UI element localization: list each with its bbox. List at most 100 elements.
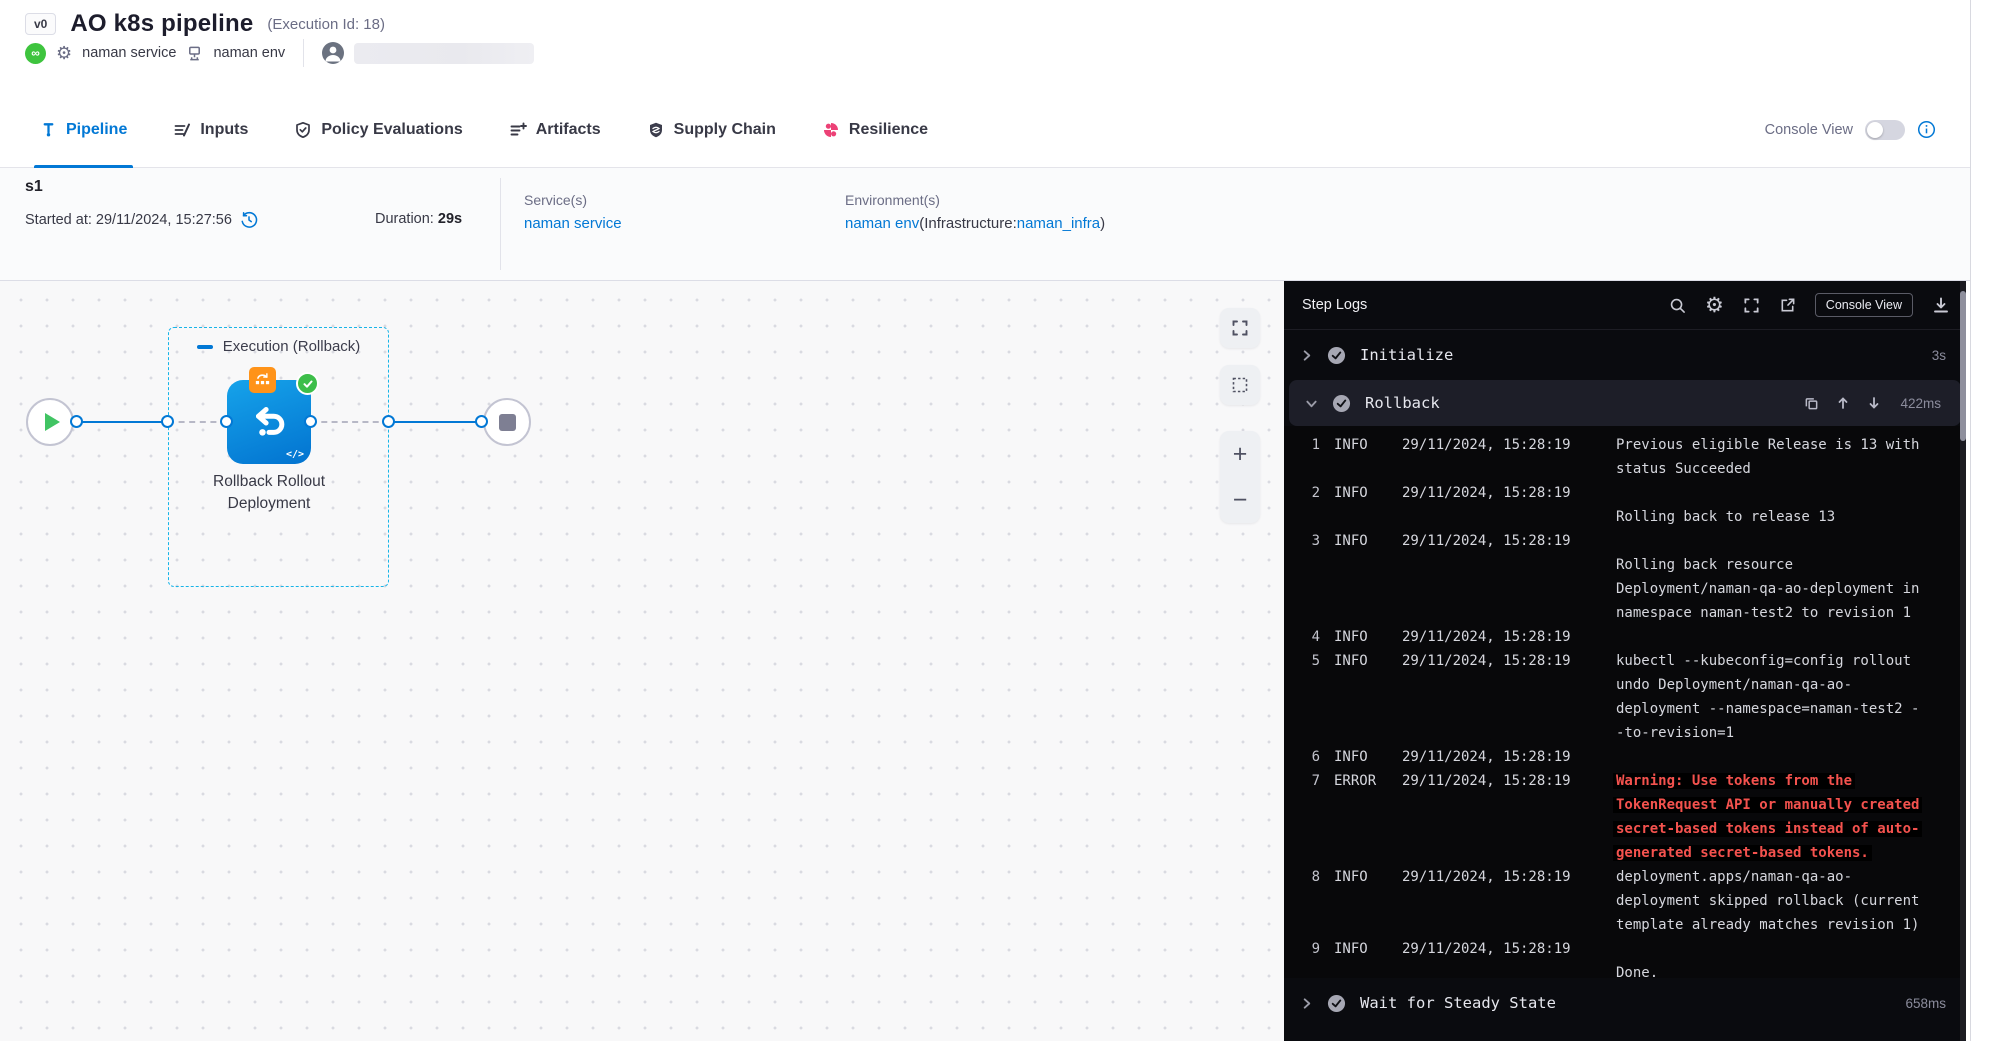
- log-cell: INFO: [1334, 529, 1388, 553]
- log-body[interactable]: 1 INFO 29/11/2024, 15:28:19 Previous eligib…: [1284, 426, 1966, 978]
- copy-icon[interactable]: [1804, 396, 1819, 411]
- page-header: v0 AO k8s pipeline (Execution Id: 18) ∞ …: [0, 0, 1970, 92]
- toggle-knob: [1867, 122, 1883, 138]
- scroll-top-icon[interactable]: [1836, 396, 1850, 410]
- console-view-button[interactable]: Console View: [1815, 293, 1913, 317]
- log-cell: 5: [1306, 649, 1320, 673]
- page-right-gutter: [1970, 0, 2000, 1041]
- tab-resilience[interactable]: Resilience: [822, 92, 928, 168]
- pipeline-icon: [40, 121, 57, 138]
- tab-label: Inputs: [200, 121, 248, 139]
- section-name: Initialize: [1360, 346, 1453, 364]
- tab-bar-right: Console View: [1765, 120, 1970, 140]
- log-cell: 7: [1306, 769, 1320, 793]
- tab-label: Policy Evaluations: [321, 121, 462, 139]
- log-section-initialize[interactable]: Initialize 3s: [1284, 330, 1966, 380]
- chevron-right-icon: [1300, 349, 1313, 362]
- step-label-line2: Deployment: [169, 493, 369, 515]
- tab-pipeline[interactable]: Pipeline: [40, 92, 127, 168]
- open-in-new-icon[interactable]: [1779, 297, 1796, 314]
- duration-value: 29s: [438, 211, 462, 227]
- tab-policy-evaluations[interactable]: Policy Evaluations: [294, 92, 462, 168]
- inputs-icon: [173, 121, 191, 139]
- tab-inputs[interactable]: Inputs: [173, 92, 248, 168]
- log-cell: Rolling back to release 13: [1616, 481, 1952, 529]
- header-env-name[interactable]: naman env: [213, 45, 285, 61]
- env-link[interactable]: naman env: [845, 215, 919, 232]
- port: [70, 415, 83, 428]
- log-cell: 29/11/2024, 15:28:19: [1402, 433, 1602, 457]
- pipeline-canvas[interactable]: Execution (Rollback) </> Rollback Rollou…: [0, 281, 1284, 1041]
- log-cell: INFO: [1334, 865, 1388, 889]
- log-cell: 9: [1306, 937, 1320, 961]
- rollout-deployment-badge-icon: [249, 367, 276, 393]
- log-cell: 29/11/2024, 15:28:19: [1402, 865, 1602, 889]
- log-cell: INFO: [1334, 649, 1388, 673]
- tab-supply-chain[interactable]: Supply Chain: [647, 92, 776, 168]
- section-duration: 658ms: [1905, 996, 1946, 1011]
- header-service-name[interactable]: naman service: [82, 45, 176, 61]
- infra-link[interactable]: naman_infra: [1017, 215, 1100, 232]
- tab-label: Resilience: [849, 121, 928, 139]
- log-scrollbar-thumb[interactable]: [1960, 291, 1966, 441]
- supply-chain-shield-icon: [647, 121, 665, 139]
- rollback-step-node[interactable]: </>: [227, 380, 311, 464]
- step-label-line1: Rollback Rollout: [169, 471, 369, 493]
- log-entry: 2INFO29/11/2024, 15:28:19Rolling back to…: [1306, 481, 1952, 529]
- history-icon[interactable]: [240, 211, 258, 229]
- collapse-icon[interactable]: [197, 345, 213, 349]
- step-logs-title: Step Logs: [1302, 297, 1367, 313]
- start-node[interactable]: [26, 398, 74, 446]
- tab-artifacts[interactable]: Artifacts: [509, 92, 601, 168]
- log-section-rollback[interactable]: Rollback 422ms: [1289, 380, 1961, 426]
- log-cell: 29/11/2024, 15:28:19: [1402, 649, 1602, 673]
- scroll-bottom-icon[interactable]: [1867, 396, 1881, 410]
- service-link[interactable]: naman service: [524, 215, 622, 232]
- log-cell: INFO: [1334, 745, 1388, 769]
- search-icon[interactable]: [1669, 297, 1686, 314]
- console-view-toggle[interactable]: [1865, 120, 1905, 140]
- stage-duration: Duration: 29s: [375, 211, 462, 227]
- log-section-wait-for-steady-state[interactable]: Wait for Steady State 658ms: [1284, 978, 1966, 1028]
- rollback-arrow-icon: [246, 399, 292, 445]
- log-cell: Previous eligible Release is 13 withstat…: [1616, 433, 1952, 481]
- environment-line: naman env(Infrastructure:naman_infra): [845, 215, 1105, 232]
- version-badge: v0: [25, 13, 56, 35]
- fullscreen-icon[interactable]: [1743, 297, 1760, 314]
- environments-column: Environment(s) naman env(Infrastructure:…: [845, 192, 1105, 232]
- zoom-controls: + −: [1220, 431, 1260, 523]
- end-node[interactable]: [483, 398, 531, 446]
- wire-group-to-end: [389, 421, 481, 423]
- log-cell: INFO: [1334, 433, 1388, 457]
- log-cell: 1: [1306, 433, 1320, 457]
- log-cell: kubectl --kubeconfig=config rolloutundo …: [1616, 649, 1952, 745]
- log-cell: ERROR: [1334, 769, 1388, 793]
- chevron-down-icon: [1305, 397, 1318, 410]
- section-name: Rollback: [1365, 394, 1440, 412]
- port: [475, 415, 488, 428]
- pipeline-title: AO k8s pipeline: [70, 10, 253, 38]
- download-logs-icon[interactable]: [1932, 296, 1950, 314]
- zoom-in-button[interactable]: +: [1233, 442, 1248, 467]
- log-entry: 5 INFO 29/11/2024, 15:28:19 kubectl --kubec…: [1306, 649, 1952, 745]
- zoom-out-button[interactable]: −: [1233, 488, 1248, 513]
- gear-icon[interactable]: ⚙: [56, 44, 72, 62]
- log-entry: 7ERROR29/11/2024, 15:28:19Warning: Use t…: [1306, 769, 1952, 865]
- fit-to-screen-button[interactable]: [1220, 308, 1260, 348]
- step-success-icon: [1327, 346, 1346, 365]
- log-cell: 3: [1306, 529, 1320, 553]
- marquee-select-button[interactable]: [1220, 365, 1260, 405]
- code-tag: </>: [286, 449, 304, 460]
- tab-label: Pipeline: [66, 121, 127, 139]
- info-icon[interactable]: [1917, 120, 1936, 139]
- log-cell: 6: [1306, 745, 1320, 769]
- log-entry: 4INFO29/11/2024, 15:28:19: [1306, 625, 1952, 649]
- log-cell: 2: [1306, 481, 1320, 505]
- log-cell: [1616, 625, 1952, 649]
- log-cell: Warning: Use tokens from theTokenRequest…: [1616, 769, 1952, 865]
- log-scrollbar[interactable]: [1960, 281, 1966, 1041]
- port: [220, 415, 233, 428]
- section-duration: 3s: [1932, 348, 1946, 363]
- log-settings-gear-icon[interactable]: ⚙: [1705, 293, 1724, 318]
- rollback-row-actions: 422ms: [1804, 396, 1941, 411]
